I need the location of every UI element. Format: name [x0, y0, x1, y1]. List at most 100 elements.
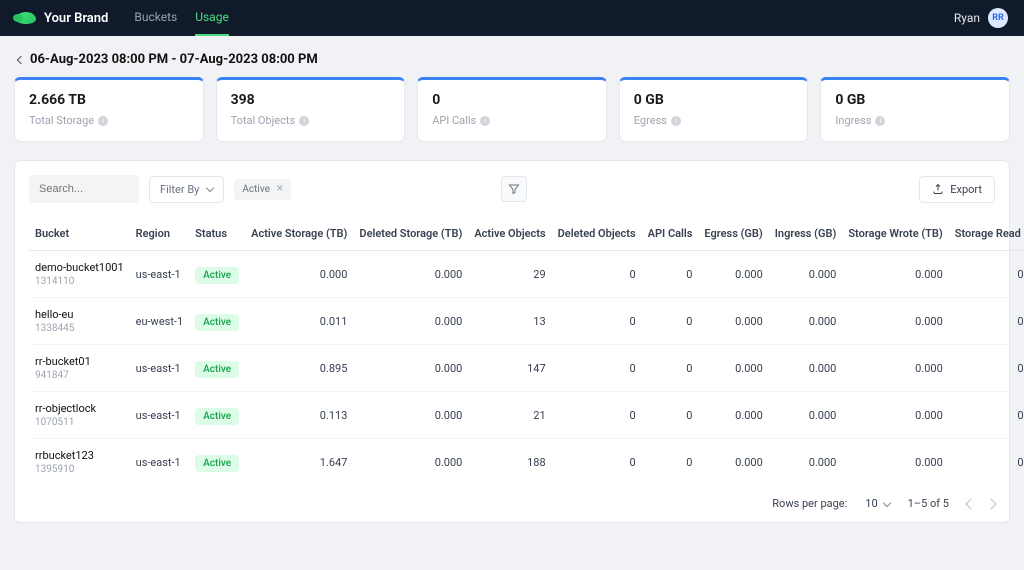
close-icon[interactable]: ✕: [276, 184, 284, 194]
cell-egress: 0.000: [698, 298, 768, 345]
card-total-objects: 398 Total Objectsi: [216, 77, 406, 142]
col-storage-read[interactable]: Storage Read (TB): [949, 217, 1024, 251]
summary-cards: 2.666 TB Total Storagei 398 Total Object…: [14, 77, 1010, 142]
card-label: API Callsi: [432, 114, 592, 127]
card-value: 0 GB: [835, 92, 995, 108]
cell-storage-wrote: 0.000: [842, 345, 948, 392]
cell-region: us-east-1: [130, 439, 190, 486]
cell-api-calls: 0: [642, 251, 699, 298]
cell-egress: 0.000: [698, 392, 768, 439]
status-badge: Active: [195, 455, 239, 472]
card-value: 0 GB: [634, 92, 794, 108]
chevron-down-icon: [882, 498, 890, 506]
table-header-row: Bucket Region Status Active Storage (TB)…: [29, 217, 1024, 251]
top-nav: Your Brand Buckets Usage Ryan RR: [0, 0, 1024, 36]
bucket-id: 1338445: [35, 323, 124, 334]
bucket-id: 1395910: [35, 464, 124, 475]
filter-by-dropdown[interactable]: Filter By: [149, 176, 224, 203]
cell-active-objects: 13: [468, 298, 551, 345]
bucket-name: rr-bucket01: [35, 355, 124, 368]
avatar[interactable]: RR: [988, 8, 1008, 28]
funnel-icon: [508, 183, 520, 195]
brand[interactable]: Your Brand: [16, 11, 108, 26]
prev-page-button[interactable]: [965, 498, 976, 509]
nav-tab-usage[interactable]: Usage: [195, 0, 229, 36]
info-icon[interactable]: i: [480, 116, 490, 126]
date-range-text: 06-Aug-2023 08:00 PM - 07-Aug-2023 08:00…: [30, 52, 318, 67]
cell-region: eu-west-1: [130, 298, 190, 345]
cell-active-storage: 0.000: [245, 251, 353, 298]
table-row[interactable]: rrbucket123 1395910 us-east-1 Active 1.647 0.…: [29, 439, 1024, 486]
nav-tabs: Buckets Usage: [134, 0, 228, 36]
info-icon[interactable]: i: [875, 116, 885, 126]
card-label: Total Objectsi: [231, 114, 391, 127]
col-storage-wrote[interactable]: Storage Wrote (TB): [842, 217, 948, 251]
table-toolbar: Filter By Active ✕ Export: [29, 175, 995, 203]
filter-button[interactable]: [501, 176, 527, 202]
card-egress: 0 GB Egressi: [619, 77, 809, 142]
info-icon[interactable]: i: [671, 116, 681, 126]
col-bucket[interactable]: Bucket: [29, 217, 130, 251]
cell-active-storage: 0.011: [245, 298, 353, 345]
usage-table: Bucket Region Status Active Storage (TB)…: [29, 217, 1024, 485]
col-ingress[interactable]: Ingress (GB): [769, 217, 843, 251]
bucket-name: rrbucket123: [35, 449, 124, 462]
card-total-storage: 2.666 TB Total Storagei: [14, 77, 204, 142]
table-row[interactable]: demo-bucket10011314110us-east-1Active0.0…: [29, 251, 1024, 298]
col-region[interactable]: Region: [130, 217, 190, 251]
brand-logo-icon: [16, 12, 36, 24]
page: 06-Aug-2023 08:00 PM - 07-Aug-2023 08:00…: [0, 36, 1024, 523]
export-button[interactable]: Export: [919, 176, 995, 203]
table-row[interactable]: hello-eu1338445eu-west-1Active0.0110.000…: [29, 298, 1024, 345]
col-api-calls[interactable]: API Calls: [642, 217, 699, 251]
status-badge: Active: [195, 267, 239, 284]
col-deleted-storage[interactable]: Deleted Storage (TB): [353, 217, 468, 251]
date-range-picker[interactable]: 06-Aug-2023 08:00 PM - 07-Aug-2023 08:00…: [18, 52, 1010, 67]
cell-active-objects: 21: [468, 392, 551, 439]
nav-tab-buckets[interactable]: Buckets: [134, 0, 177, 36]
cell-ingress: 0.000: [769, 298, 843, 345]
info-icon[interactable]: i: [299, 116, 309, 126]
cell-storage-wrote: 0.000: [842, 439, 948, 486]
cell-active-storage: 0.895: [245, 345, 353, 392]
cell-storage-read: 0.000: [949, 439, 1024, 486]
status-badge: Active: [195, 361, 239, 378]
next-page-button[interactable]: [985, 498, 996, 509]
cell-ingress: 0.000: [769, 439, 843, 486]
cell-active-storage: 1.647: [245, 439, 353, 486]
bucket-id: 1314110: [35, 276, 124, 287]
user-name[interactable]: Ryan: [954, 11, 980, 25]
cell-active-objects: 188: [468, 439, 551, 486]
nav-left: Your Brand Buckets Usage: [16, 0, 229, 36]
cell-api-calls: 0: [642, 298, 699, 345]
bucket-id: 941847: [35, 370, 124, 381]
cell-region: us-east-1: [130, 345, 190, 392]
card-value: 398: [231, 92, 391, 108]
info-icon[interactable]: i: [98, 116, 108, 126]
cell-api-calls: 0: [642, 345, 699, 392]
cell-storage-wrote: 0.000: [842, 392, 948, 439]
rows-per-page-select[interactable]: 10: [865, 497, 889, 510]
card-label: Egressi: [634, 114, 794, 127]
cell-deleted-objects: 0: [552, 251, 642, 298]
cell-deleted-storage: 0.000: [353, 298, 468, 345]
chevron-left-icon: [17, 55, 25, 63]
col-active-storage[interactable]: Active Storage (TB): [245, 217, 353, 251]
status-badge: Active: [195, 408, 239, 425]
cell-storage-read: 0.000: [949, 251, 1024, 298]
col-egress[interactable]: Egress (GB): [698, 217, 768, 251]
col-active-objects[interactable]: Active Objects: [468, 217, 551, 251]
cell-active-storage: 0.113: [245, 392, 353, 439]
table-row[interactable]: rr-bucket01 941847 us-east-1 Active 0.895 0.0…: [29, 345, 1024, 392]
card-label: Ingressi: [835, 114, 995, 127]
bucket-id: 1070511: [35, 417, 124, 428]
bucket-name: demo-bucket1001: [35, 261, 124, 274]
table-row[interactable]: rr-objectlock1070511us-east-1Active0.113…: [29, 392, 1024, 439]
cell-storage-read: 0.000: [949, 345, 1024, 392]
filter-chip-active[interactable]: Active ✕: [234, 179, 291, 200]
cell-egress: 0.000: [698, 439, 768, 486]
card-label: Total Storagei: [29, 114, 189, 127]
col-deleted-objects[interactable]: Deleted Objects: [552, 217, 642, 251]
search-input[interactable]: [29, 175, 139, 203]
col-status[interactable]: Status: [189, 217, 245, 251]
